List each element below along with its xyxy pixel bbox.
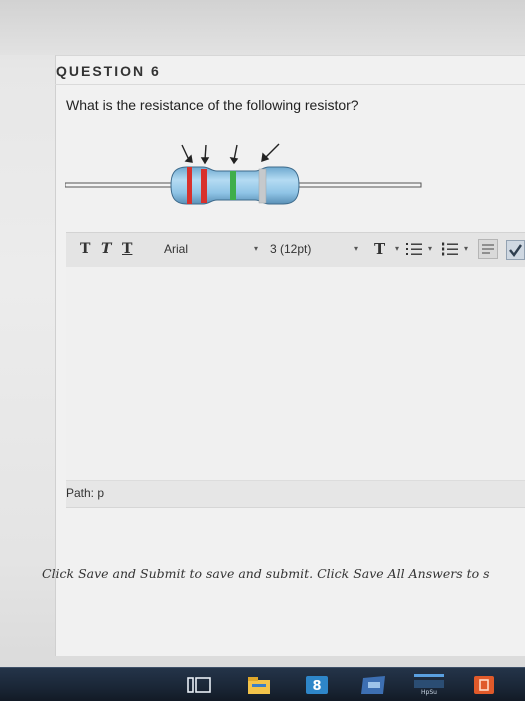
text-color-dropdown-icon[interactable]: ▾ — [395, 244, 399, 253]
arrow-4 — [264, 143, 280, 159]
numbered-list-icon[interactable] — [442, 242, 458, 256]
editor-path-bar: Path: p — [66, 481, 525, 508]
band-2 — [201, 169, 207, 203]
file-explorer-icon[interactable] — [246, 674, 272, 696]
spellcheck-icon[interactable] — [506, 240, 525, 260]
arrow-1 — [181, 144, 190, 161]
font-size-dropdown-icon[interactable]: ▾ — [354, 244, 358, 253]
font-family-select[interactable]: Arial — [164, 242, 188, 256]
question-title: QUESTION 6 — [56, 63, 161, 79]
path-label: Path: p — [66, 486, 105, 500]
taskbar: 8 HpSu — [0, 667, 525, 701]
font-size-select[interactable]: 3 (12pt) — [270, 242, 311, 256]
answer-text-area[interactable] — [66, 267, 525, 481]
resistor-image — [65, 143, 422, 205]
hp-support-icon[interactable]: HpSu — [412, 672, 446, 698]
arrow-3 — [233, 144, 238, 161]
app-icon[interactable]: 8 — [304, 674, 330, 696]
question-text: What is the resistance of the following … — [66, 97, 359, 113]
store-icon[interactable] — [472, 674, 496, 696]
numbered-list-dropdown-icon[interactable]: ▾ — [464, 244, 468, 253]
bullet-list-dropdown-icon[interactable]: ▾ — [428, 244, 432, 253]
italic-button[interactable]: T — [101, 241, 111, 257]
browser-top-area — [0, 0, 525, 55]
underline-button[interactable]: T — [122, 241, 132, 257]
editor-toolbar: T T T Arial ▾ 3 (12pt) ▾ T ▾ ▾ ▾ — [66, 232, 525, 268]
media-icon[interactable] — [360, 674, 388, 696]
resistor-lead-right — [292, 182, 422, 188]
band-1 — [187, 167, 192, 204]
text-color-button[interactable]: T — [374, 240, 385, 258]
hp-support-label: HpSu — [421, 689, 437, 696]
bullet-list-icon[interactable] — [406, 242, 422, 256]
save-instruction-text: Click Save and Submit to save and submit… — [42, 566, 490, 581]
window-switch-icon[interactable] — [186, 674, 212, 696]
band-4 — [258, 168, 267, 204]
title-divider — [55, 84, 525, 85]
svg-text:8: 8 — [312, 679, 321, 694]
bold-button[interactable]: T — [80, 241, 90, 257]
resistor-lead-left — [65, 182, 176, 188]
font-family-dropdown-icon[interactable]: ▾ — [254, 244, 258, 253]
toolbar-more-icon[interactable] — [478, 239, 498, 259]
band-3 — [230, 171, 236, 200]
